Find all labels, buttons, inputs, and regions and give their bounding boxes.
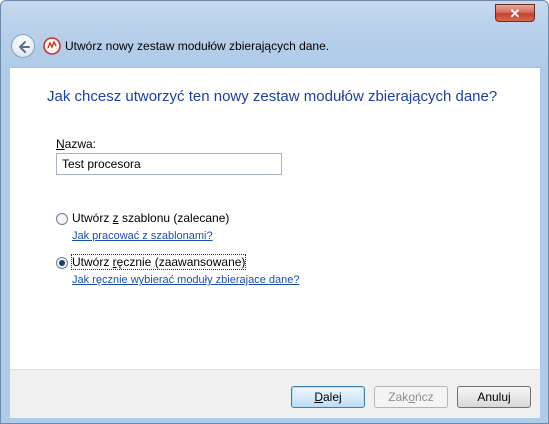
option-manual-label[interactable]: Utwórz ręcznie (zaawansowane) — [70, 254, 247, 270]
wizard-window: ✕ Utwórz nowy zestaw modułów zbierającyc… — [0, 0, 549, 424]
data-collector-set-icon — [43, 37, 61, 55]
name-input[interactable]: Test procesora — [56, 153, 282, 175]
close-icon: ✕ — [509, 6, 521, 21]
next-button[interactable]: Dalej — [291, 386, 365, 408]
close-button[interactable]: ✕ — [495, 4, 535, 22]
button-bar: Dalej Zakończ Anuluj — [10, 369, 540, 418]
radio-manual[interactable] — [56, 257, 68, 269]
name-label: Nazwa: — [56, 137, 97, 151]
link-manual-help[interactable]: Jak ręcznie wybierać moduły zbierajace d… — [72, 274, 299, 286]
finish-button[interactable]: Zakończ — [374, 386, 448, 408]
back-button[interactable] — [11, 34, 35, 58]
wizard-content: Jak chcesz utworzyć ten nowy zestaw modu… — [10, 67, 540, 370]
radio-from-template[interactable] — [56, 213, 68, 225]
page-heading: Jak chcesz utworzyć ten nowy zestaw modu… — [47, 88, 498, 105]
link-templates-help[interactable]: Jak pracować z szablonami? — [72, 230, 213, 242]
back-arrow-icon — [19, 41, 30, 53]
option-from-template-label[interactable]: Utwórz z szablonu (zalecane) — [72, 211, 229, 225]
cancel-button[interactable]: Anuluj — [457, 386, 531, 408]
window-title: Utwórz nowy zestaw modułów zbierających … — [65, 39, 330, 53]
